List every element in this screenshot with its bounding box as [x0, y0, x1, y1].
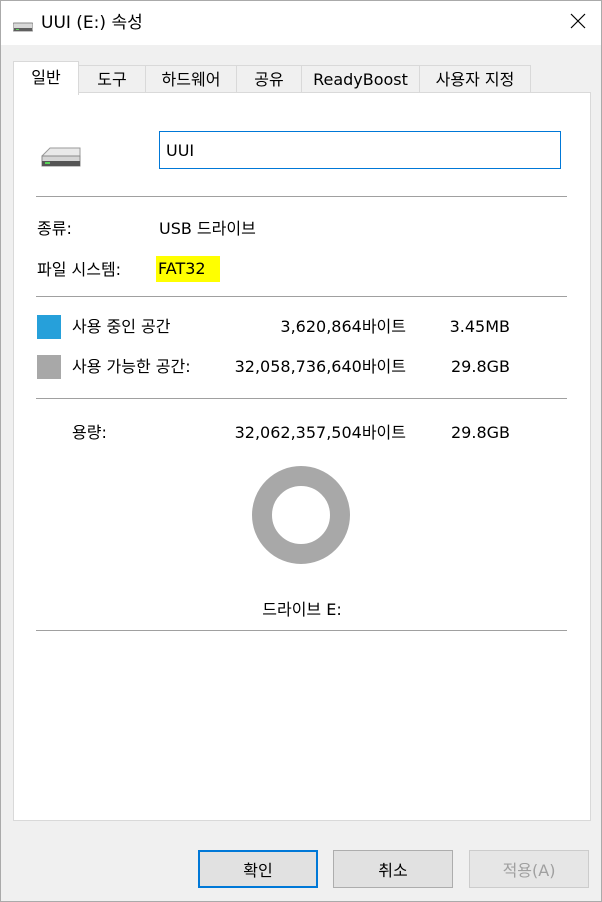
disk-usage-donut: [251, 465, 351, 565]
drive-letter-label: 드라이브 E:: [262, 600, 342, 619]
properties-window: UUI (E:) 속성 일반 도구 하드웨어 공유 ReadyBoost 사용자…: [0, 0, 602, 902]
tab-tools[interactable]: 도구: [78, 65, 146, 93]
ok-button[interactable]: 확인: [198, 850, 318, 888]
type-label: 종류:: [37, 219, 72, 238]
file-system-value: FAT32: [156, 256, 220, 282]
general-panel: 종류: USB 드라이브 파일 시스템: FAT32 사용 중인 공간 3,62…: [13, 92, 591, 821]
used-space-size: 3.45MB: [449, 317, 510, 336]
divider: [36, 398, 567, 399]
window-title: UUI (E:) 속성: [41, 13, 143, 33]
type-value: USB 드라이브: [159, 219, 256, 238]
tab-general[interactable]: 일반: [13, 61, 79, 95]
drive-name-input[interactable]: [159, 131, 561, 169]
usb-drive-icon: [12, 18, 34, 32]
title-bar: UUI (E:) 속성: [1, 1, 601, 45]
divider: [36, 296, 567, 297]
tab-readyboost[interactable]: ReadyBoost: [301, 65, 420, 93]
capacity-label: 용량:: [72, 423, 107, 442]
tab-strip: 일반 도구 하드웨어 공유 ReadyBoost 사용자 지정: [1, 61, 601, 95]
tab-sharing[interactable]: 공유: [236, 65, 302, 93]
divider: [36, 630, 567, 631]
free-space-bytes: 32,058,736,640바이트: [234, 357, 406, 376]
capacity-size: 29.8GB: [451, 423, 510, 442]
close-button[interactable]: [555, 1, 601, 45]
tab-hardware[interactable]: 하드웨어: [145, 65, 237, 93]
used-space-bytes: 3,620,864바이트: [280, 317, 406, 336]
free-space-label: 사용 가능한 공간:: [72, 357, 191, 376]
tab-customize[interactable]: 사용자 지정: [419, 65, 531, 93]
capacity-bytes: 32,062,357,504바이트: [234, 423, 406, 442]
used-space-label: 사용 중인 공간: [72, 317, 171, 336]
divider: [36, 196, 567, 197]
usb-drive-icon: [40, 144, 82, 172]
apply-button[interactable]: 적용(A): [469, 850, 589, 888]
free-space-size: 29.8GB: [451, 357, 510, 376]
free-space-swatch: [37, 355, 61, 379]
cancel-button[interactable]: 취소: [333, 850, 453, 888]
file-system-label: 파일 시스템:: [37, 260, 122, 279]
close-icon: [570, 13, 586, 33]
used-space-swatch: [37, 315, 61, 339]
